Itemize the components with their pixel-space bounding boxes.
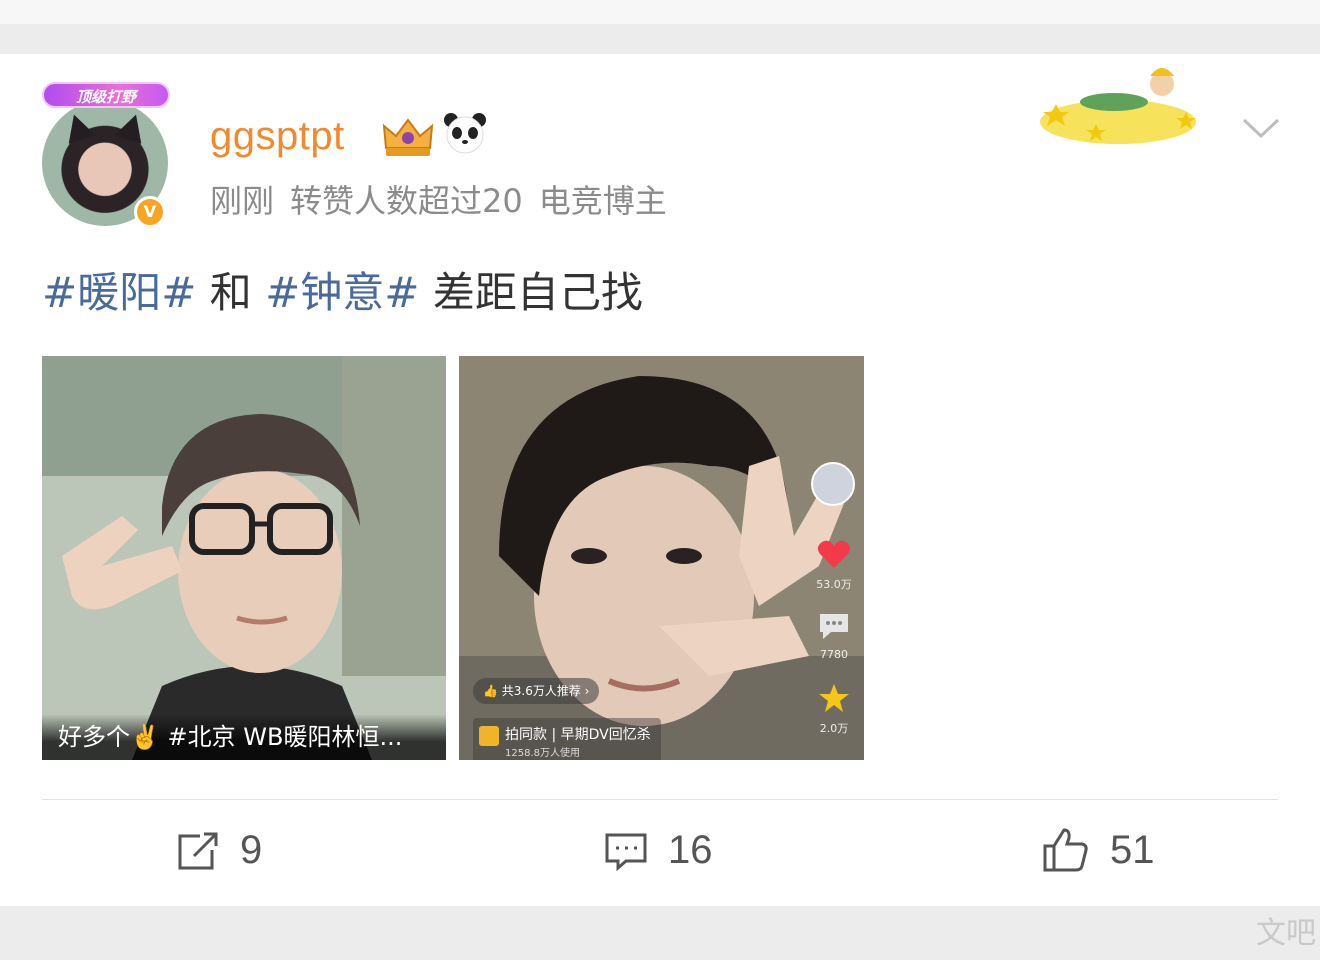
- photo-person-glasses: [42, 356, 446, 760]
- next-post-fragment: 文吧: [1256, 916, 1316, 951]
- like-count: 51: [1110, 828, 1155, 872]
- recommend-chip[interactable]: 👍 共3.6万人推荐 ›: [473, 678, 600, 704]
- comment-button[interactable]: 16: [604, 826, 734, 876]
- template-title: 拍同款 | 早期DV回忆杀: [505, 727, 651, 743]
- rank-badge: 顶级打野: [42, 82, 170, 108]
- video-like-count: 53.0万: [816, 578, 852, 591]
- post-meta: 刚刚 转赞人数超过20 电竞博主: [210, 176, 683, 222]
- author-avatar-group[interactable]: 顶级打野 V: [40, 82, 175, 228]
- post-text-joiner: 和: [196, 268, 266, 317]
- verified-badge: V: [134, 196, 166, 228]
- stars-decoration-icon: [1040, 68, 1196, 144]
- action-divider: [42, 799, 1278, 800]
- like-button[interactable]: 51: [1042, 826, 1172, 876]
- post-image-2[interactable]: 53.0万 7780 2.0万 👍 共3.6万人推荐 › 拍同款 | 早期DV回…: [459, 356, 864, 760]
- video-comment-count: 7780: [820, 648, 848, 661]
- post-time: 刚刚: [210, 182, 275, 220]
- image-1-caption: 好多个✌️ #北京 WB暖阳林恒...: [42, 714, 446, 760]
- previous-post-edge: [0, 0, 1320, 24]
- post-card: 顶级打野 V ggsptpt 刚刚 转赞人数超过20 电竞博主 #暖阳# 和 #钟意…: [0, 54, 1320, 906]
- repost-icon: [178, 832, 218, 870]
- panda-icon: [444, 113, 486, 154]
- post-menu-chevron-icon[interactable]: [1238, 112, 1284, 142]
- feed-separator: [0, 24, 1320, 54]
- author-username[interactable]: ggsptpt: [210, 114, 345, 159]
- post-text-rest: 差距自己找: [419, 268, 643, 317]
- template-icon: [479, 726, 499, 746]
- topic-link-zhongyi[interactable]: #钟意#: [265, 268, 419, 317]
- repost-count: 9: [240, 828, 263, 872]
- topic-link-nuanyang[interactable]: #暖阳#: [42, 268, 196, 317]
- comment-icon: [605, 833, 647, 872]
- author-role: 电竞博主: [538, 182, 667, 220]
- post-image-1[interactable]: 好多个✌️ #北京 WB暖阳林恒...: [42, 356, 446, 760]
- template-usage: 1258.8万人使用: [505, 748, 580, 759]
- repost-button[interactable]: 9: [176, 826, 296, 876]
- heart-icon[interactable]: [817, 538, 851, 570]
- repost-note: 转赞人数超过20: [290, 182, 523, 220]
- comment-bubble-icon[interactable]: [817, 610, 851, 642]
- feed-separator-bottom: [0, 906, 1320, 960]
- star-icon[interactable]: [817, 682, 851, 714]
- thumbs-up-icon: [1043, 828, 1088, 872]
- post-body-text: #暖阳# 和 #钟意# 差距自己找: [42, 259, 643, 320]
- video-author-avatar[interactable]: [811, 462, 855, 506]
- comment-count: 16: [668, 828, 713, 872]
- crown-icon: [382, 118, 434, 156]
- video-favorite-count: 2.0万: [819, 722, 849, 735]
- template-chip[interactable]: 拍同款 | 早期DV回忆杀 1258.8万人使用: [473, 718, 661, 760]
